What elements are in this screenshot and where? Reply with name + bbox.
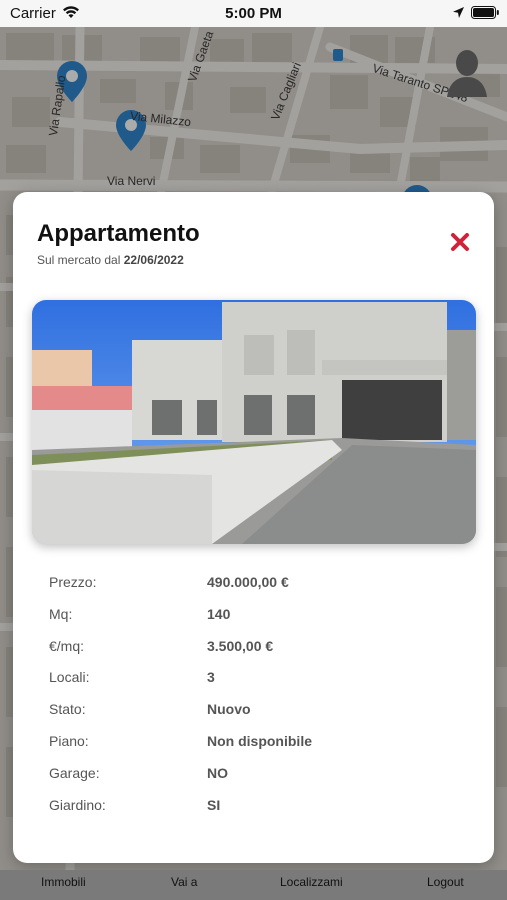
area-value: 140	[207, 605, 231, 622]
close-icon[interactable]	[447, 229, 473, 255]
rooms-value: 3	[207, 669, 215, 686]
detail-row-price: Prezzo: 490.000,00 €	[49, 574, 469, 606]
price-per-sqm-label: €/mq:	[49, 637, 85, 654]
location-arrow-icon	[452, 6, 465, 24]
garden-value: SI	[207, 796, 221, 813]
price-per-sqm-value: 3.500,00 €	[207, 637, 274, 654]
price-value: 490.000,00 €	[207, 574, 289, 590]
detail-row-condition: Stato: Nuovo	[49, 701, 469, 733]
clock: 5:00 PM	[225, 5, 282, 22]
detail-row-area: Mq: 140	[49, 606, 469, 638]
market-since-label: Sul mercato dal 22/06/2022	[37, 253, 184, 267]
garage-value: NO	[207, 764, 228, 781]
tab-vai-a[interactable]: Vai a	[171, 875, 197, 889]
property-type-title: Appartamento	[37, 220, 200, 247]
garage-label: Garage:	[49, 764, 100, 781]
garden-label: Giardino:	[49, 796, 106, 813]
floor-value: Non disponibile	[207, 732, 312, 749]
property-photo	[32, 300, 476, 544]
market-since-prefix: Sul mercato dal	[37, 253, 121, 267]
detail-row-rooms: Locali: 3	[49, 669, 469, 701]
detail-row-garage: Garage: NO	[49, 765, 469, 797]
property-details: Prezzo: 490.000,00 € Mq: 140 €/mq: 3.500…	[49, 574, 469, 828]
floor-label: Piano:	[49, 732, 89, 749]
tab-bar: Immobili Vai a Localizzami Logout	[0, 870, 507, 900]
detail-row-garden: Giardino: SI	[49, 797, 469, 829]
detail-row-floor: Piano: Non disponibile	[49, 733, 469, 765]
area-label: Mq:	[49, 605, 73, 622]
rooms-label: Locali:	[49, 669, 90, 686]
price-label: Prezzo:	[49, 574, 97, 590]
tab-localizzami[interactable]: Localizzami	[280, 875, 343, 889]
property-detail-modal: Appartamento Sul mercato dal 22/06/2022	[13, 192, 494, 863]
condition-value: Nuovo	[207, 701, 251, 718]
tab-immobili[interactable]: Immobili	[41, 875, 86, 889]
condition-label: Stato:	[49, 701, 86, 718]
detail-row-price-per-sqm: €/mq: 3.500,00 €	[49, 638, 469, 670]
market-since-date: 22/06/2022	[123, 253, 184, 267]
battery-icon	[471, 6, 500, 24]
tab-logout[interactable]: Logout	[427, 875, 464, 889]
status-bar: Carrier 5:00 PM	[0, 0, 507, 27]
